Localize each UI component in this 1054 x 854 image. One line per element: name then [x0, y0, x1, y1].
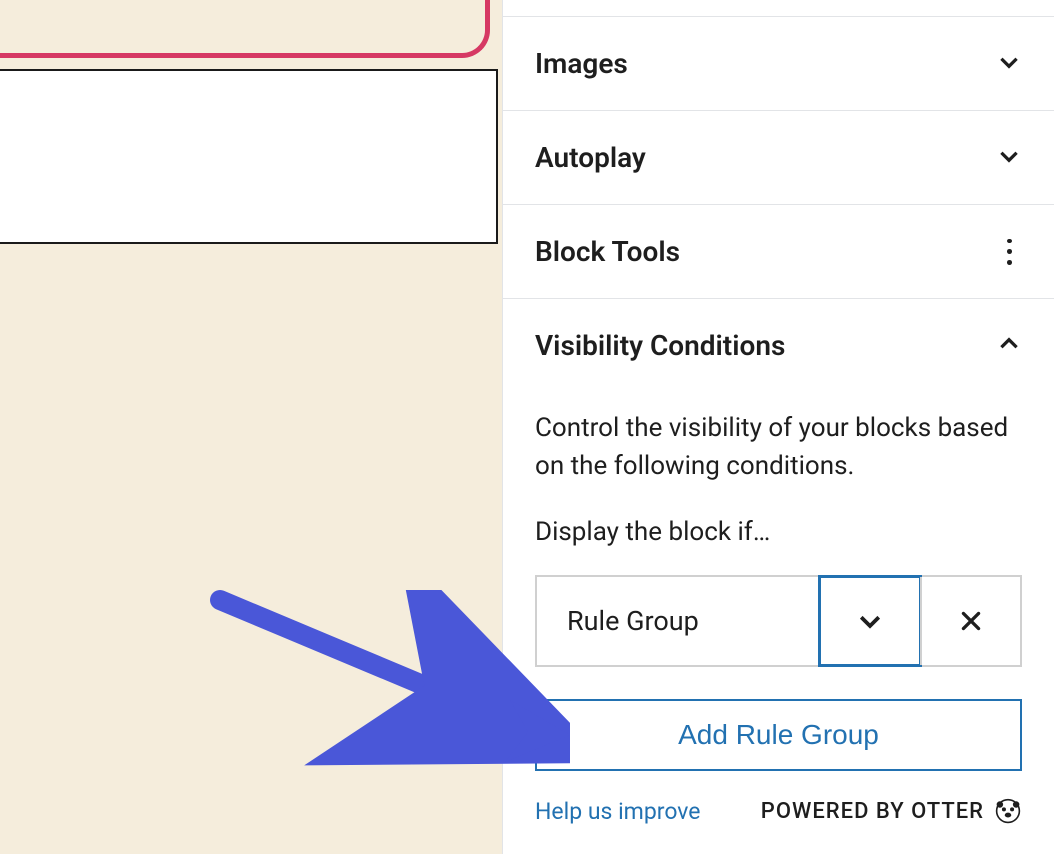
panel-autoplay[interactable]: Autoplay — [503, 110, 1054, 204]
chevron-down-icon — [996, 143, 1022, 173]
otter-logo-icon — [994, 797, 1022, 825]
visibility-sub-label: Display the block if… — [535, 517, 1022, 547]
panel-images-title: Images — [535, 47, 628, 80]
add-rule-group-button[interactable]: Add Rule Group — [535, 699, 1022, 771]
rule-group-label: Rule Group — [537, 577, 820, 665]
chevron-down-icon — [996, 49, 1022, 79]
rule-group-expand-button[interactable] — [820, 577, 920, 665]
rule-group-row: Rule Group — [535, 575, 1022, 667]
help-us-improve-link[interactable]: Help us improve — [535, 798, 700, 825]
chevron-up-icon — [996, 331, 1022, 361]
selected-block-outline[interactable] — [0, 0, 490, 58]
visibility-footer: Help us improve POWERED BY OTTER — [535, 797, 1022, 825]
panel-visibility-body: Control the visibility of your blocks ba… — [503, 392, 1054, 849]
panel-visibility-title: Visibility Conditions — [535, 329, 785, 362]
visibility-description: Control the visibility of your blocks ba… — [535, 410, 1022, 485]
add-rule-group-label: Add Rule Group — [678, 719, 879, 751]
powered-by-label: POWERED BY OTTER — [761, 797, 1022, 825]
panel-visibility-conditions[interactable]: Visibility Conditions — [503, 298, 1054, 392]
block-placeholder[interactable] — [0, 69, 498, 244]
panel-block-tools[interactable]: Block Tools — [503, 204, 1054, 298]
kebab-menu-icon[interactable] — [996, 239, 1022, 265]
rule-group-remove-button[interactable] — [920, 577, 1020, 665]
panel-images[interactable]: Images — [503, 16, 1054, 110]
sidebar-top-spacer — [503, 0, 1054, 16]
panel-block-tools-title: Block Tools — [535, 235, 680, 268]
settings-sidebar: Images Autoplay Block Tools Visibility C… — [502, 0, 1054, 854]
editor-canvas[interactable] — [0, 0, 502, 854]
powered-by-text: POWERED BY OTTER — [761, 799, 984, 824]
panel-autoplay-title: Autoplay — [535, 141, 646, 174]
